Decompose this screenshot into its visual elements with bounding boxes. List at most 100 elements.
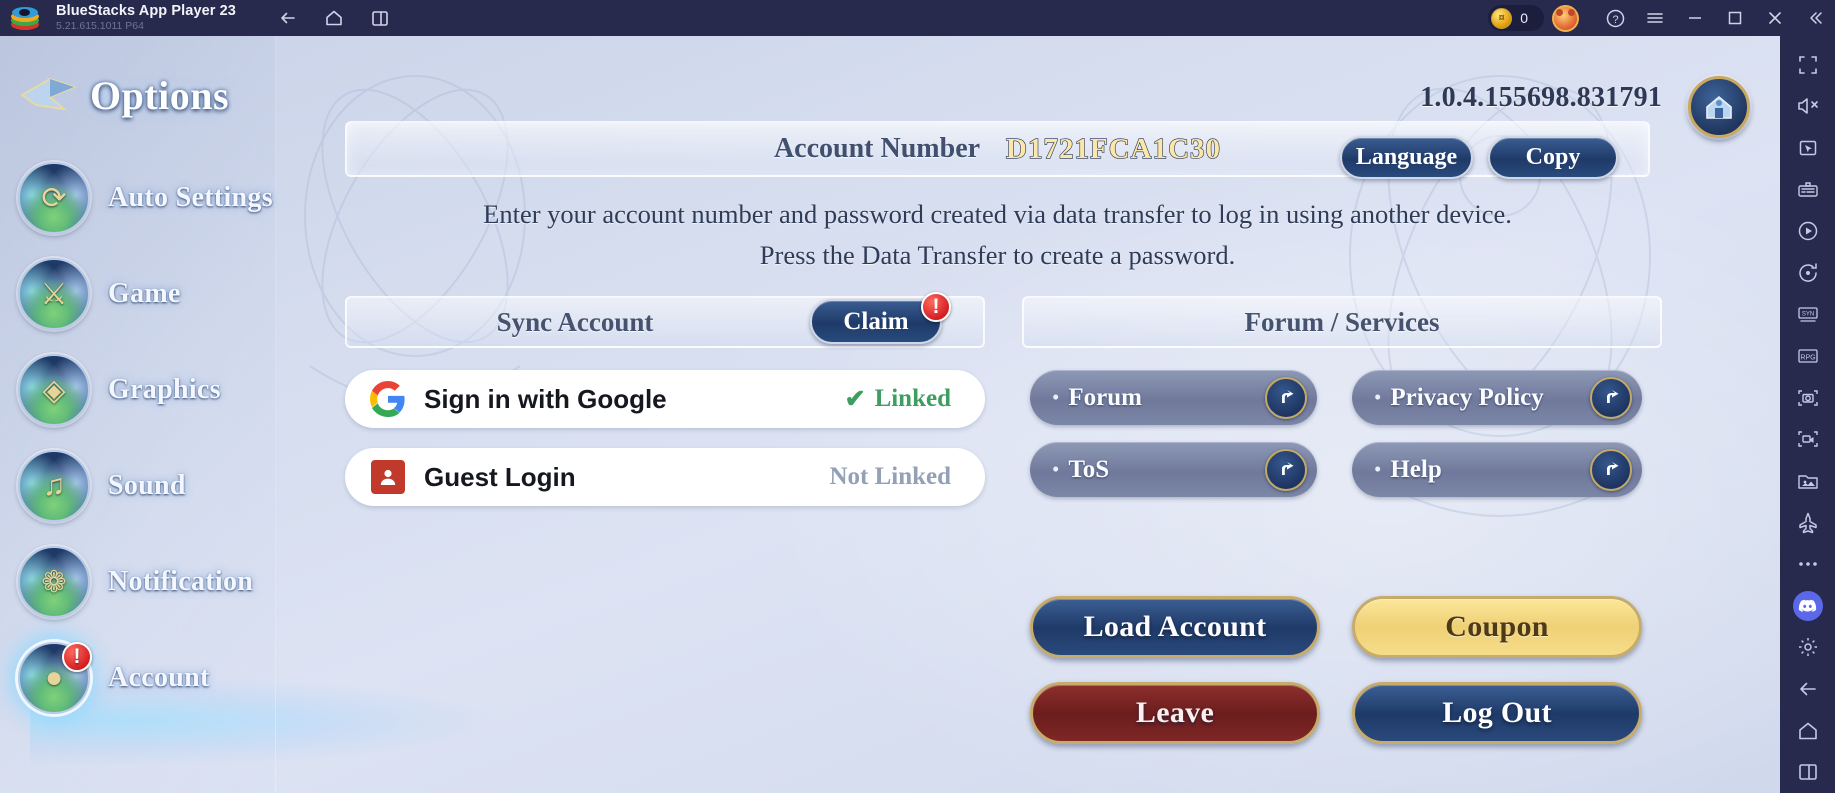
forum-services-title: Forum / Services (1244, 306, 1440, 337)
sidebar-item-label: Graphics (108, 374, 221, 405)
discord-icon[interactable] (1780, 585, 1835, 627)
sidebar-item-auto-settings[interactable]: ⟳ Auto Settings (18, 154, 276, 242)
avatar[interactable] (1552, 4, 1579, 32)
home-icon[interactable] (1780, 710, 1835, 752)
sync-row-guest-status: Not Linked (829, 463, 951, 491)
coin-value: 0 (1520, 10, 1528, 26)
forum-link-help-label: Help (1390, 455, 1442, 483)
window-title-group: BlueStacks App Player 23 5.21.615.1011 P… (56, 3, 236, 33)
fullscreen-icon[interactable] (1780, 44, 1835, 86)
notification-bell-icon: ❁ (18, 546, 90, 618)
sidebar-item-label: Sound (108, 470, 186, 501)
sidebar-item-account[interactable]: ●! Account (18, 634, 276, 722)
app-version: 5.21.615.1011 P64 (56, 19, 144, 32)
forum-link-privacy-policy[interactable]: • Privacy Policy (1352, 370, 1642, 425)
forum-link-help[interactable]: • Help (1352, 442, 1642, 497)
collapse-sidebar-icon[interactable] (1795, 0, 1835, 36)
load-account-label: Load Account (1083, 610, 1267, 643)
external-link-icon (1265, 376, 1307, 419)
svg-text:SYN: SYN (1801, 312, 1813, 318)
sync-account-title: Sync Account (496, 306, 654, 337)
game-version: 1.0.4.155698.831791 (1420, 82, 1662, 113)
mute-icon[interactable] (1780, 86, 1835, 128)
titlebar-nav-group (272, 5, 396, 31)
home-icon[interactable] (318, 5, 350, 31)
page-title: Options (90, 73, 230, 118)
bullet-icon: • (1374, 385, 1382, 409)
macro-record-icon[interactable] (1780, 210, 1835, 252)
minimize-icon[interactable] (1675, 0, 1715, 36)
sync-row-guest[interactable]: Guest Login Not Linked (345, 448, 985, 506)
external-link-icon (1265, 448, 1307, 491)
external-link-icon (1590, 448, 1632, 491)
sidebar-item-game[interactable]: ⚔ Game (18, 250, 276, 338)
airplane-mode-icon[interactable] (1780, 502, 1835, 544)
coupon-label: Coupon (1445, 610, 1549, 643)
sidebar-item-label: Auto Settings (108, 182, 273, 213)
home-shield-icon[interactable] (1688, 76, 1750, 138)
leave-label: Leave (1135, 696, 1215, 729)
load-account-button[interactable]: Load Account (1030, 596, 1320, 658)
rpg-mode-icon[interactable]: RPG (1780, 335, 1835, 377)
forum-link-forum-label: Forum (1068, 383, 1142, 411)
bullet-icon: • (1052, 385, 1060, 409)
sync-row-google[interactable]: Sign in with Google ✔ Linked (345, 370, 985, 428)
google-g-icon (369, 381, 406, 418)
forum-link-tos[interactable]: • ToS (1030, 442, 1317, 497)
bluestacks-title-bar: BlueStacks App Player 23 5.21.615.1011 P… (0, 0, 1835, 36)
sound-note-icon: ♫ (18, 450, 90, 522)
sidebar-item-label: Account (108, 662, 210, 693)
screenshot-root: BlueStacks App Player 23 5.21.615.1011 P… (0, 0, 1835, 793)
screen-record-icon[interactable] (1780, 418, 1835, 460)
media-manager-icon[interactable] (1780, 460, 1835, 502)
settings-gear-icon[interactable] (1780, 627, 1835, 669)
sidebar-item-sound[interactable]: ♫ Sound (18, 442, 276, 530)
menu-icon[interactable] (1635, 0, 1675, 36)
account-number-label: Account Number (773, 133, 981, 164)
options-sidebar: Options ⟳ Auto Settings ⚔ Game ◈ Graphics ♫ Sou… (0, 36, 276, 793)
maximize-icon[interactable] (1715, 0, 1755, 36)
auto-settings-icon: ⟳ (18, 162, 90, 234)
window-controls: ? (1595, 0, 1835, 36)
back-arrow-icon[interactable] (1780, 668, 1835, 710)
more-options-icon[interactable] (1780, 543, 1835, 585)
sync-row-google-label: Sign in with Google (424, 383, 667, 414)
svg-text:?: ? (1612, 14, 1618, 26)
bluestacks-logo-icon (10, 6, 40, 30)
help-icon[interactable]: ? (1595, 0, 1635, 36)
screenshot-icon[interactable] (1780, 377, 1835, 419)
multi-instance-sync-icon[interactable]: SYN (1780, 294, 1835, 336)
description-line-1: Enter your account number and password c… (483, 199, 1512, 229)
coin-icon: ¤ (1491, 7, 1513, 29)
close-icon[interactable] (1755, 0, 1795, 36)
options-header: Options (20, 72, 229, 119)
sidebar-alert-badge: ! (62, 642, 92, 672)
game-swords-icon: ⚔ (18, 258, 90, 330)
language-button[interactable]: Language (1340, 136, 1473, 179)
keyboard-controls-icon[interactable] (1780, 169, 1835, 211)
log-out-label: Log Out (1442, 696, 1552, 729)
copy-button[interactable]: Copy (1488, 136, 1618, 179)
sync-row-guest-status-text: Not Linked (829, 463, 951, 490)
back-icon[interactable] (272, 5, 304, 31)
forum-link-forum[interactable]: • Forum (1030, 370, 1317, 425)
sidebar-item-notification[interactable]: ❁ Notification (18, 538, 276, 626)
coupon-button[interactable]: Coupon (1352, 596, 1642, 658)
multi-instance-icon[interactable] (364, 5, 396, 31)
coin-balance[interactable]: ¤ 0 (1488, 5, 1544, 31)
cursor-pointer-icon[interactable] (1780, 127, 1835, 169)
rotate-icon[interactable] (1780, 252, 1835, 294)
graphics-icon: ◈ (18, 354, 90, 426)
bluestacks-right-toolbar: SYN RPG (1780, 36, 1835, 793)
guest-person-icon (369, 459, 406, 496)
description-line-2: Press the Data Transfer to create a pass… (759, 240, 1236, 270)
forum-link-privacy-policy-label: Privacy Policy (1390, 383, 1544, 411)
sidebar-item-graphics[interactable]: ◈ Graphics (18, 346, 276, 434)
leave-button[interactable]: Leave (1030, 682, 1320, 744)
recent-apps-icon[interactable] (1780, 751, 1835, 793)
external-link-icon (1590, 376, 1632, 419)
forum-services-header: Forum / Services (1022, 296, 1662, 348)
options-arrow-icon (20, 77, 76, 110)
sync-row-google-status-text: Linked (874, 385, 951, 412)
log-out-button[interactable]: Log Out (1352, 682, 1642, 744)
